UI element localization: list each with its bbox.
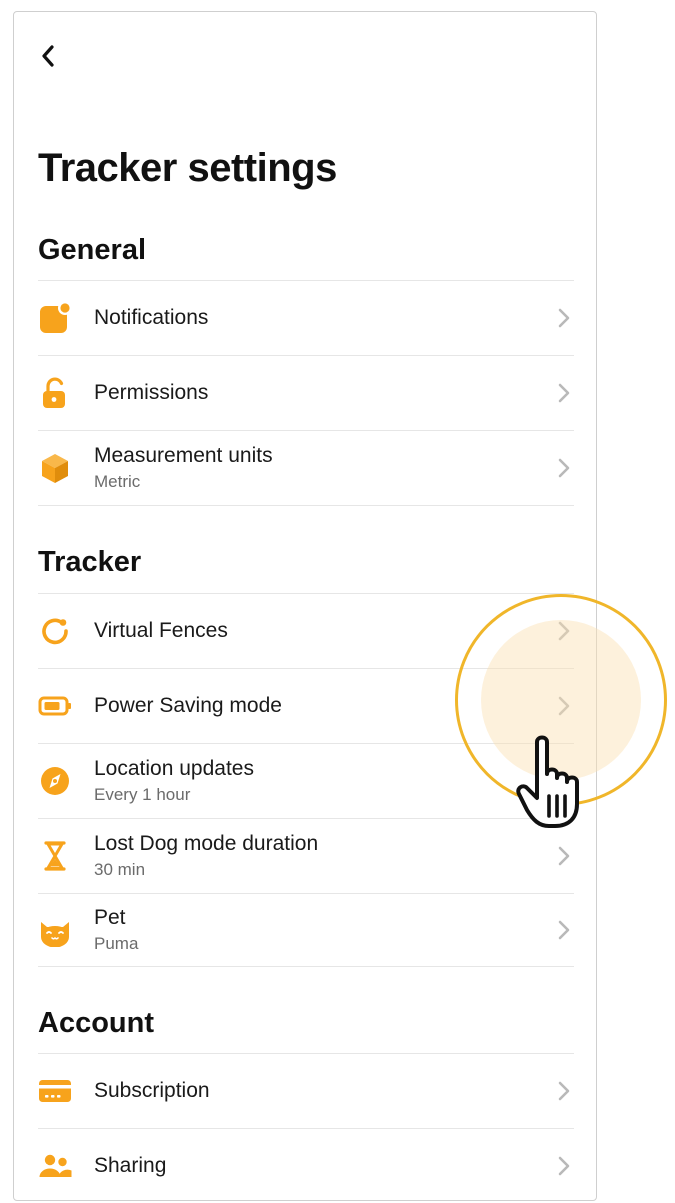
settings-item-sharing[interactable]: Sharing <box>38 1128 574 1203</box>
chevron-right-icon <box>554 918 574 942</box>
cat-face-icon <box>38 913 72 947</box>
settings-item-value: 30 min <box>94 860 146 879</box>
chevron-right-icon <box>554 769 574 793</box>
settings-item-label: Notifications <box>94 306 209 329</box>
hourglass-icon <box>38 839 72 873</box>
settings-item-power-saving-mode[interactable]: Power Saving mode <box>38 668 574 743</box>
settings-item-label: Permissions <box>94 381 209 404</box>
notification-badge-icon <box>38 301 72 335</box>
section-title-account: Account <box>38 1007 154 1039</box>
settings-item-notifications[interactable]: Notifications <box>38 280 574 355</box>
settings-item-label: Virtual Fences <box>94 619 228 642</box>
settings-item-label: Lost Dog mode duration <box>94 832 319 855</box>
settings-item-location-updates[interactable]: Location updates Every 1 hour <box>38 743 574 818</box>
unlocked-padlock-icon <box>38 376 72 410</box>
settings-item-lost-dog-mode-duration[interactable]: Lost Dog mode duration 30 min <box>38 818 574 893</box>
settings-item-virtual-fences[interactable]: Virtual Fences <box>38 593 574 668</box>
settings-item-label: Power Saving mode <box>94 694 282 717</box>
settings-item-label: Sharing <box>94 1154 167 1177</box>
chevron-right-icon <box>554 381 574 405</box>
settings-item-value: Puma <box>94 934 139 953</box>
chevron-right-icon <box>554 844 574 868</box>
back-button[interactable] <box>36 42 60 70</box>
settings-item-pet[interactable]: Pet Puma <box>38 893 574 967</box>
credit-card-icon <box>38 1074 72 1108</box>
chevron-right-icon <box>554 1154 574 1178</box>
cube-icon <box>38 451 72 485</box>
people-icon <box>38 1149 72 1183</box>
fence-circle-icon <box>38 614 72 648</box>
settings-item-measurement-units[interactable]: Measurement units Metric <box>38 430 574 506</box>
chevron-right-icon <box>554 456 574 480</box>
battery-icon <box>38 689 72 723</box>
settings-item-label: Pet <box>94 906 126 929</box>
section-title-tracker: Tracker <box>38 546 142 578</box>
compass-icon <box>38 764 72 798</box>
settings-item-label: Subscription <box>94 1079 210 1102</box>
settings-item-value: Every 1 hour <box>94 785 191 804</box>
chevron-left-icon <box>42 45 54 67</box>
section-title-general: General <box>38 234 146 266</box>
settings-item-subscription[interactable]: Subscription <box>38 1053 574 1128</box>
settings-item-value: Metric <box>94 472 141 491</box>
settings-item-permissions[interactable]: Permissions <box>38 355 574 430</box>
page-title: Tracker settings <box>38 146 337 190</box>
settings-item-label: Measurement units <box>94 444 273 467</box>
chevron-right-icon <box>554 694 574 718</box>
chevron-right-icon <box>554 306 574 330</box>
chevron-right-icon <box>554 1079 574 1103</box>
settings-item-label: Location updates <box>94 757 254 780</box>
chevron-right-icon <box>554 619 574 643</box>
